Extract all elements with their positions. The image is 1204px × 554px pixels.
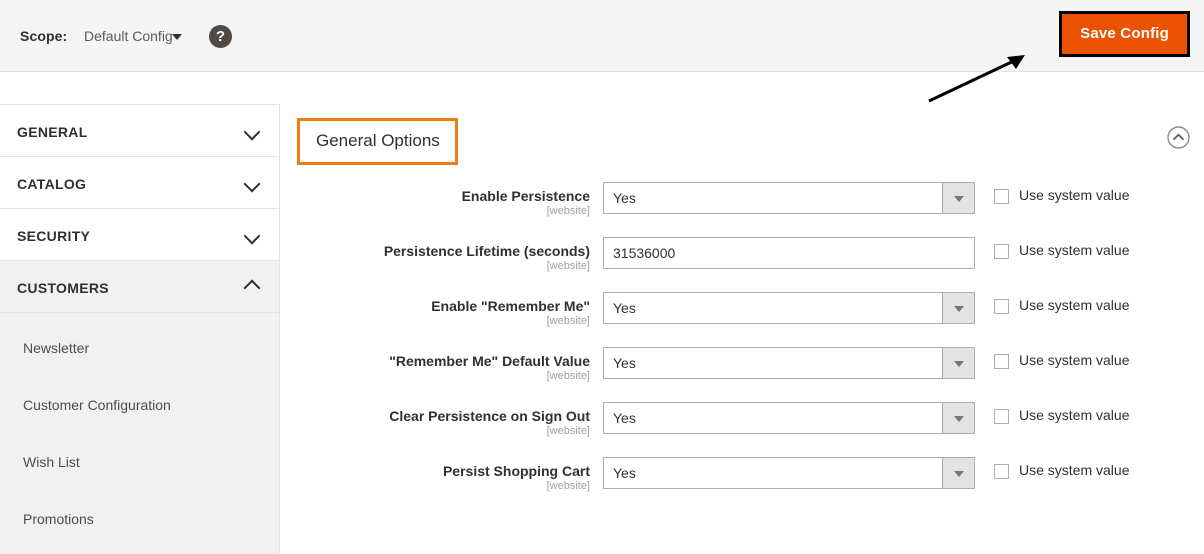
general-options-heading-highlight: General Options (297, 118, 458, 165)
field-label: Enable Persistence (461, 188, 590, 204)
select-value: Yes (613, 410, 636, 426)
sidebar-item-promotions[interactable]: Promotions (0, 501, 279, 554)
chevron-down-icon[interactable] (243, 227, 261, 245)
form-row: Persist Shopping Cart [website] Yes Use … (280, 457, 1204, 512)
sidebar-item-label: Newsletter (23, 340, 90, 356)
sidebar-item-label: Wish List (23, 454, 80, 470)
form-row: Enable Persistence [website] Yes Use sys… (280, 182, 1204, 237)
scope-label: Scope: (20, 28, 68, 44)
field-scope-note: [website] (546, 260, 590, 272)
persistence-lifetime-input[interactable]: 31536000 (603, 237, 975, 269)
chevron-up-icon[interactable] (243, 279, 261, 297)
form-row: "Remember Me" Default Value [website] Ye… (280, 347, 1204, 402)
chevron-down-icon[interactable] (243, 123, 261, 141)
sidebar-item-label: Customer Configuration (23, 397, 171, 413)
use-system-value-checkbox[interactable] (994, 354, 1009, 369)
save-config-button[interactable]: Save Config (1062, 14, 1187, 54)
field-scope-note: [website] (546, 370, 590, 382)
field-scope-note: [website] (546, 315, 590, 327)
use-system-value-checkbox[interactable] (994, 464, 1009, 479)
chevron-down-icon[interactable] (942, 183, 974, 213)
save-config-highlight: Save Config (1059, 11, 1190, 57)
use-system-value-label: Use system value (1019, 187, 1130, 203)
general-options-heading[interactable]: General Options (316, 131, 440, 150)
chevron-down-icon[interactable] (942, 293, 974, 323)
remember-me-default-value-select[interactable]: Yes (603, 347, 975, 379)
clear-persistence-on-sign-out-select[interactable]: Yes (603, 402, 975, 434)
use-system-value-label: Use system value (1019, 297, 1130, 313)
chevron-down-icon[interactable] (172, 34, 182, 40)
use-system-value-label: Use system value (1019, 407, 1130, 423)
use-system-value-checkbox[interactable] (994, 189, 1009, 204)
chevron-down-icon[interactable] (942, 458, 974, 488)
select-value: Yes (613, 355, 636, 371)
use-system-value-label: Use system value (1019, 462, 1130, 478)
enable-persistence-select[interactable]: Yes (603, 182, 975, 214)
field-label: Persist Shopping Cart (442, 463, 590, 479)
sidebar-section-label: SECURITY (17, 228, 91, 244)
chevron-down-icon[interactable] (942, 403, 974, 433)
config-page: Scope: Default Config ? Save Config GENE… (0, 0, 1204, 554)
config-content: General Options Enable Persistence [webs… (280, 104, 1204, 554)
field-label: Enable "Remember Me" (431, 298, 590, 314)
sidebar-section-label: GENERAL (17, 124, 88, 140)
select-value: Yes (613, 465, 636, 481)
use-system-value-checkbox[interactable] (994, 244, 1009, 259)
sidebar-section-label: CUSTOMERS (17, 280, 109, 296)
enable-remember-me-select[interactable]: Yes (603, 292, 975, 324)
select-value: Yes (613, 190, 636, 206)
general-options-form: Enable Persistence [website] Yes Use sys… (280, 182, 1204, 512)
scope-bar: Scope: Default Config ? (0, 0, 1204, 72)
sidebar-item-label: Promotions (23, 511, 94, 527)
select-value: Yes (613, 300, 636, 316)
form-row: Persistence Lifetime (seconds) [website]… (280, 237, 1204, 292)
chevron-down-icon[interactable] (942, 348, 974, 378)
sidebar-section-label: CATALOG (17, 176, 87, 192)
scope-selector[interactable]: Default Config (84, 28, 173, 44)
field-scope-note: [website] (546, 205, 590, 217)
persist-shopping-cart-select[interactable]: Yes (603, 457, 975, 489)
use-system-value-checkbox[interactable] (994, 409, 1009, 424)
sidebar-section-general[interactable]: GENERAL (0, 104, 279, 157)
field-scope-note: [website] (546, 425, 590, 437)
question-mark-circle-icon[interactable]: ? (209, 25, 232, 48)
field-scope-note: [website] (546, 480, 590, 492)
input-value: 31536000 (613, 245, 676, 261)
form-row: Clear Persistence on Sign Out [website] … (280, 402, 1204, 457)
field-label: Persistence Lifetime (seconds) (383, 243, 590, 259)
field-label: "Remember Me" Default Value (389, 353, 590, 369)
use-system-value-checkbox[interactable] (994, 299, 1009, 314)
use-system-value-label: Use system value (1019, 242, 1130, 258)
use-system-value-label: Use system value (1019, 352, 1130, 368)
form-row: Enable "Remember Me" [website] Yes Use s… (280, 292, 1204, 347)
chevron-up-circle-icon[interactable] (1167, 126, 1190, 149)
field-label: Clear Persistence on Sign Out (389, 408, 590, 424)
